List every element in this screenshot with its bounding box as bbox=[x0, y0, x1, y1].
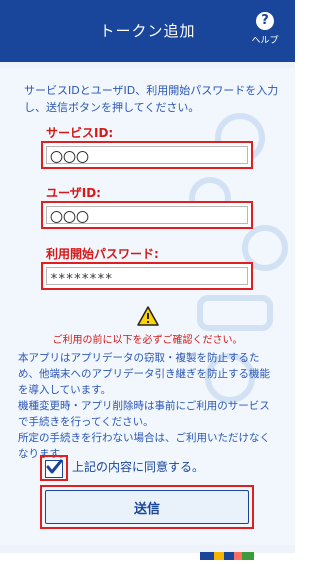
main-content: サービスIDとユーザID、利用開始パスワードを入力し、送信ボタンを押してください… bbox=[0, 68, 295, 545]
checkmark-icon bbox=[46, 459, 62, 474]
service-id-highlight bbox=[41, 141, 253, 169]
question-circle-icon: ? bbox=[256, 12, 274, 30]
service-id-field-box bbox=[46, 146, 248, 165]
password-highlight bbox=[41, 262, 253, 290]
password-input[interactable] bbox=[47, 271, 247, 288]
notice-paragraph: 本アプリはアプリデータの窃取・複製を防止するため、他端末へのアプリデータ引き継ぎ… bbox=[18, 352, 270, 396]
help-label: ヘルプ bbox=[251, 36, 279, 46]
password-label: 利用開始パスワード: bbox=[46, 247, 159, 261]
bottom-color-stripe bbox=[0, 545, 295, 560]
agree-checkbox-highlight bbox=[40, 455, 68, 481]
password-field-box bbox=[46, 267, 248, 288]
help-button[interactable]: ? ヘルプ bbox=[245, 12, 285, 46]
notice-paragraph: 機種変更時・アプリ削除時は事前にご利用のサービスで手続きを行ってください。 bbox=[18, 400, 270, 428]
send-button-highlight: 送信 bbox=[40, 485, 254, 529]
agree-checkbox[interactable] bbox=[45, 459, 63, 478]
app-header: トークン追加 ? ヘルプ bbox=[0, 0, 295, 62]
service-id-label: サービスID: bbox=[46, 126, 114, 140]
service-id-input[interactable] bbox=[47, 148, 247, 165]
notice-text: 本アプリはアプリデータの窃取・複製を防止するため、他端末へのアプリデータ引き継ぎ… bbox=[18, 350, 280, 462]
user-id-highlight bbox=[41, 201, 253, 229]
warning-text: ご利用の前に以下を必ずご確認ください。 bbox=[52, 335, 243, 346]
warning-triangle-icon bbox=[137, 306, 159, 326]
agree-label: 上記の内容に同意する。 bbox=[72, 460, 205, 474]
user-id-label: ユーザID: bbox=[46, 186, 101, 200]
send-button[interactable]: 送信 bbox=[45, 490, 249, 524]
intro-text: サービスIDとユーザID、利用開始パスワードを入力し、送信ボタンを押してください… bbox=[24, 84, 279, 114]
user-id-field-box bbox=[46, 206, 248, 225]
user-id-input[interactable] bbox=[47, 208, 247, 225]
